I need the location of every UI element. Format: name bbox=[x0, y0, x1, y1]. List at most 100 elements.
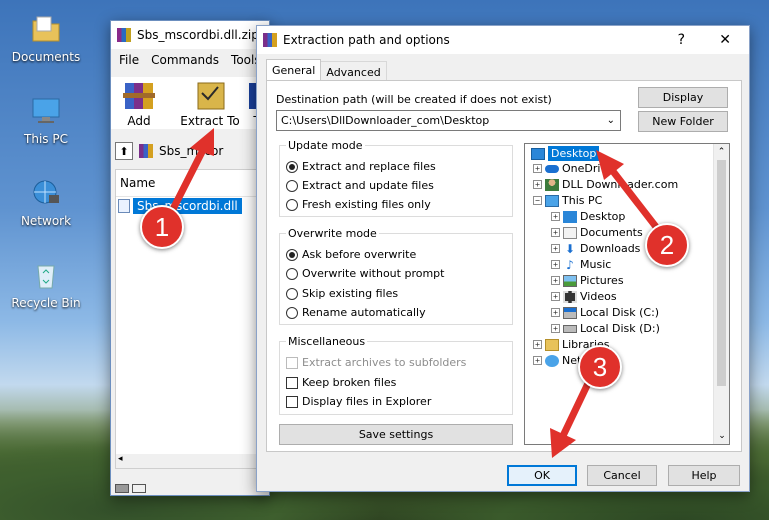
radio-rename-automatically[interactable]: Rename automatically bbox=[286, 306, 426, 319]
collapse-toggle[interactable]: − bbox=[533, 196, 542, 205]
radio-label: Extract and replace files bbox=[302, 160, 436, 173]
winrar-toolbar: Add Extract To T bbox=[111, 77, 269, 129]
radio-label: Fresh existing files only bbox=[302, 198, 431, 211]
radio-extract-replace[interactable]: Extract and replace files bbox=[286, 160, 436, 173]
pictures-icon bbox=[563, 274, 577, 287]
folder-icon bbox=[28, 12, 64, 46]
chevron-down-icon[interactable]: ⌄ bbox=[607, 115, 615, 126]
scroll-up-icon[interactable]: ⌃ bbox=[714, 144, 729, 160]
expand-toggle[interactable]: + bbox=[551, 228, 560, 237]
tree-item-network[interactable]: + Net bbox=[533, 354, 581, 367]
file-row[interactable]: Sbs_mscordbi.dll bbox=[118, 198, 242, 214]
add-button[interactable]: Add bbox=[117, 79, 161, 128]
tree-item-desktop[interactable]: + Desktop bbox=[551, 210, 625, 223]
expand-toggle[interactable]: + bbox=[551, 324, 560, 333]
cancel-button[interactable]: Cancel bbox=[587, 465, 657, 486]
desktop-icon-recycle-bin[interactable]: Recycle Bin bbox=[6, 258, 86, 310]
expand-toggle[interactable]: + bbox=[551, 308, 560, 317]
tree-item-onedrive[interactable]: + OneDri bbox=[533, 162, 600, 175]
overwrite-mode-title: Overwrite mode bbox=[286, 227, 379, 240]
checkbox[interactable] bbox=[286, 395, 298, 408]
extract-to-button[interactable]: Extract To bbox=[179, 79, 241, 128]
file-list: Name Sbs_mscordbi.dll ◂ bbox=[115, 169, 269, 469]
save-settings-button[interactable]: Save settings bbox=[279, 424, 513, 445]
pc-icon bbox=[545, 194, 559, 207]
tree-item-local-disk-d[interactable]: + Local Disk (D:) bbox=[551, 322, 660, 335]
tree-item-dll-downloader[interactable]: + DLL Downloader.com bbox=[533, 178, 678, 191]
tree-item-label: Local Disk (C:) bbox=[580, 306, 660, 319]
ok-button[interactable]: OK bbox=[507, 465, 577, 486]
tree-vertical-scrollbar[interactable]: ⌃ ⌄ bbox=[713, 144, 729, 444]
expand-toggle[interactable]: + bbox=[551, 292, 560, 301]
tree-item-documents[interactable]: + Documents bbox=[551, 226, 643, 239]
up-folder-icon[interactable]: ⬆ bbox=[115, 142, 133, 160]
disk-icon bbox=[563, 306, 577, 319]
scroll-thumb[interactable] bbox=[717, 160, 726, 386]
tree-item-videos[interactable]: + Videos bbox=[551, 290, 617, 303]
radio-skip-existing[interactable]: Skip existing files bbox=[286, 287, 398, 300]
desktop-icon-network[interactable]: Network bbox=[6, 176, 86, 228]
new-folder-button[interactable]: New Folder bbox=[638, 111, 728, 132]
radio-button[interactable] bbox=[286, 267, 298, 280]
extract-to-label: Extract To bbox=[180, 114, 240, 128]
expand-toggle[interactable]: + bbox=[551, 244, 560, 253]
expand-toggle[interactable]: + bbox=[533, 356, 542, 365]
checkbox-label: Extract archives to subfolders bbox=[302, 356, 467, 369]
desktop-icon-this-pc[interactable]: This PC bbox=[6, 94, 86, 146]
column-header-name[interactable]: Name bbox=[116, 170, 268, 197]
checkbox-label: Display files in Explorer bbox=[302, 395, 432, 408]
expand-toggle[interactable]: + bbox=[533, 340, 542, 349]
desktop-icon bbox=[531, 147, 545, 160]
destination-label: Destination path (will be created if doe… bbox=[276, 93, 552, 106]
radio-label: Rename automatically bbox=[302, 306, 426, 319]
desktop-icon-documents[interactable]: Documents bbox=[6, 12, 86, 64]
check-display-in-explorer[interactable]: Display files in Explorer bbox=[286, 395, 431, 408]
menu-commands[interactable]: Commands bbox=[151, 53, 219, 67]
radio-button[interactable] bbox=[286, 306, 298, 319]
close-icon[interactable]: ✕ bbox=[719, 32, 731, 48]
radio-label: Skip existing files bbox=[302, 287, 399, 300]
expand-toggle[interactable]: + bbox=[533, 180, 542, 189]
radio-button[interactable] bbox=[286, 198, 298, 211]
expand-toggle[interactable]: + bbox=[551, 212, 560, 221]
help-button[interactable]: Help bbox=[668, 465, 740, 486]
radio-button[interactable] bbox=[286, 287, 298, 300]
desktop-icon bbox=[563, 210, 577, 223]
checkbox-label: Keep broken files bbox=[302, 376, 397, 389]
expand-toggle[interactable]: + bbox=[533, 164, 542, 173]
radio-extract-update[interactable]: Extract and update files bbox=[286, 179, 434, 192]
radio-button[interactable] bbox=[286, 160, 298, 173]
tree-item-local-disk-c[interactable]: + Local Disk (C:) bbox=[551, 306, 659, 319]
expand-toggle[interactable]: + bbox=[551, 260, 560, 269]
disk-icon bbox=[563, 324, 577, 333]
tree-item-label: Pictures bbox=[580, 274, 624, 287]
tree-item-this-pc[interactable]: − This PC bbox=[533, 194, 602, 207]
miscellaneous-title: Miscellaneous bbox=[286, 335, 368, 348]
scroll-down-icon[interactable]: ⌄ bbox=[714, 428, 729, 444]
radio-overwrite-without-prompt[interactable]: Overwrite without prompt bbox=[286, 267, 444, 280]
tree-item-downloads[interactable]: + ⬇ Downloads bbox=[551, 242, 640, 255]
radio-button[interactable] bbox=[286, 248, 298, 261]
tree-item-desktop-root[interactable]: Desktop bbox=[531, 146, 600, 161]
folder-tree[interactable]: Desktop + OneDri + DLL Downloader.com − … bbox=[524, 143, 730, 445]
tree-item-music[interactable]: + ♪ Music bbox=[551, 258, 611, 271]
computer-icon bbox=[28, 94, 64, 128]
expand-toggle[interactable]: + bbox=[551, 276, 560, 285]
tree-item-pictures[interactable]: + Pictures bbox=[551, 274, 624, 287]
checkbox bbox=[286, 356, 298, 369]
add-archive-icon bbox=[123, 83, 155, 109]
horizontal-scrollbar[interactable]: ◂ bbox=[116, 454, 268, 468]
destination-path-combo[interactable]: C:\Users\DllDownloader_com\Desktop ⌄ bbox=[276, 110, 621, 131]
display-button[interactable]: Display bbox=[638, 87, 728, 108]
radio-label: Extract and update files bbox=[302, 179, 434, 192]
help-icon[interactable]: ? bbox=[678, 32, 685, 48]
recycle-bin-icon bbox=[28, 258, 64, 292]
step-badge-3: 3 bbox=[578, 345, 622, 389]
radio-ask-before-overwrite[interactable]: Ask before overwrite bbox=[286, 248, 416, 261]
checkbox[interactable] bbox=[286, 376, 298, 389]
check-keep-broken-files[interactable]: Keep broken files bbox=[286, 376, 396, 389]
tree-item-label: Documents bbox=[580, 226, 643, 239]
radio-fresh-existing[interactable]: Fresh existing files only bbox=[286, 198, 431, 211]
radio-button[interactable] bbox=[286, 179, 298, 192]
menu-file[interactable]: File bbox=[119, 53, 139, 67]
